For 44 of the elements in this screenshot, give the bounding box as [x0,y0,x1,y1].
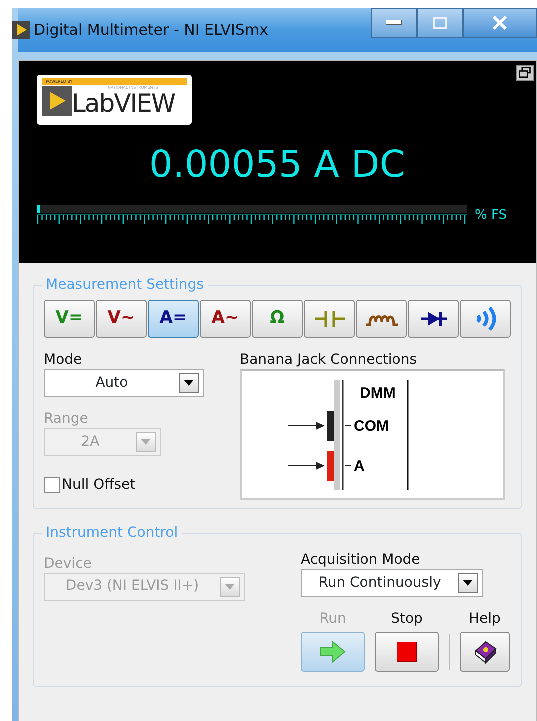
minimize-icon [386,20,402,26]
group-title: Measurement Settings [42,276,208,294]
restore-icon[interactable] [516,65,534,81]
field-label: Mode [44,351,84,369]
function-button[interactable]: V= [44,300,95,338]
field-label: Acquisition Mode [301,551,422,570]
button-label: Stop [391,610,423,628]
app-icon [12,21,30,39]
checkbox-label: Null Offset [62,476,136,494]
caret-icon [463,580,473,586]
jack-label: DMM [360,384,396,402]
stop-icon [397,642,417,662]
button-label: Run [320,610,346,628]
window-title: Digital Multimeter - NI ELVISmx [34,20,268,41]
field-label: Banana Jack Connections [240,351,418,369]
dropdown-field[interactable]: Run Continuously [301,569,483,598]
field-label: Device [44,554,93,572]
close-icon [492,16,508,30]
caret-icon [184,380,194,386]
checkbox[interactable] [44,476,60,492]
help-button[interactable] [460,632,510,672]
function-button[interactable]: A= [148,300,199,338]
function-button[interactable]: Ω [252,300,303,338]
meter-unit: % FS [475,207,507,226]
close-button[interactable] [463,8,537,38]
jack-label: A [354,458,364,474]
function-button[interactable]: A~ [200,300,251,338]
dropdown-field[interactable]: Auto [44,369,204,397]
maximize-icon [433,17,447,29]
reading-display: 0.00055 A DC [148,143,407,187]
field-label: Range [44,410,90,428]
function-button[interactable] [408,300,459,338]
jack-label: COM [354,418,388,434]
button-label: Help [469,610,501,628]
stop-button[interactable] [375,632,439,672]
minimize-button[interactable] [371,8,417,38]
caret-icon [141,439,151,445]
arrow-icon [320,640,346,662]
function-button[interactable] [356,300,407,338]
function-button[interactable]: V~ [96,300,147,338]
caret-icon [225,584,235,590]
logo-text: LabVIEW [72,91,176,117]
maximize-button[interactable] [417,8,463,38]
logo-icon [42,86,72,116]
